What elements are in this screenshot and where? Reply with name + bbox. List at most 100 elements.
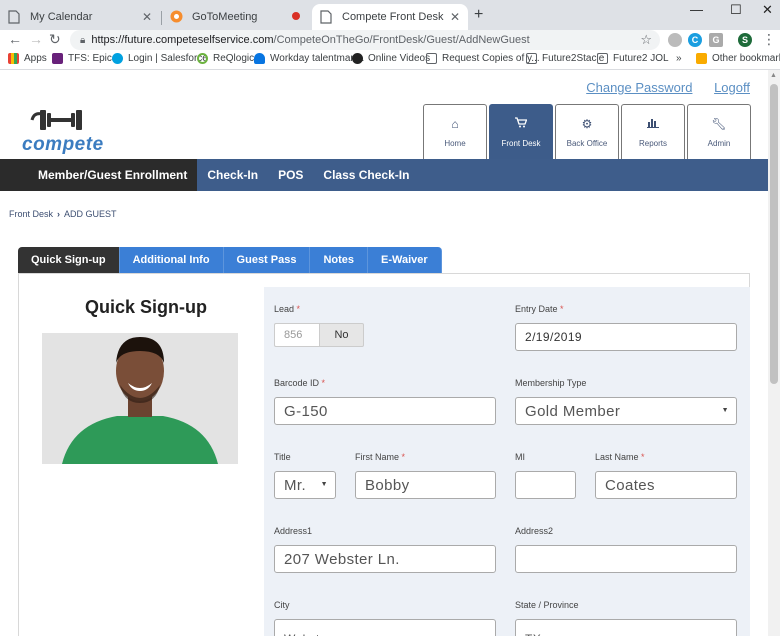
- bookmark-label: Request Copies of y...: [442, 53, 540, 64]
- scroll-up-arrow-icon[interactable]: ▲: [770, 72, 777, 79]
- nav-pos[interactable]: POS: [268, 159, 313, 191]
- page-scrollbar[interactable]: ▲: [768, 70, 780, 636]
- bookmark-future2-jol[interactable]: Future2 JOL: [597, 53, 669, 64]
- bookmark-reqlogic[interactable]: ReQlogic: [197, 53, 254, 64]
- page-icon: [597, 53, 608, 64]
- page-content: Change Password Logoff compete ⌂ Home Fr…: [0, 70, 768, 636]
- bookmark-workday[interactable]: Workday talentman...: [254, 53, 364, 64]
- browser-tab-title: My Calendar: [30, 11, 93, 23]
- page-icon: [526, 53, 537, 64]
- address-bar[interactable]: 🔒︎ https://future.competeselfservice.com…: [70, 30, 660, 50]
- last-name-field[interactable]: Coates: [595, 471, 737, 499]
- scrollbar-thumb[interactable]: [770, 84, 778, 384]
- change-password-link[interactable]: Change Password: [586, 80, 692, 95]
- module-tab-reports[interactable]: Reports: [621, 104, 685, 160]
- module-tab-front-desk[interactable]: Front Desk: [489, 104, 553, 160]
- address2-field[interactable]: [515, 545, 737, 573]
- maximize-icon[interactable]: ☐: [730, 2, 742, 18]
- extension-c-icon[interactable]: C: [688, 33, 702, 47]
- mi-field[interactable]: [515, 471, 576, 499]
- bookmark-other[interactable]: Other bookmarks: [696, 53, 780, 64]
- bookmark-apps[interactable]: Apps: [8, 53, 47, 64]
- bookmark-label: Future2 JOL: [613, 53, 669, 64]
- title-select[interactable]: Mr. ▼: [274, 471, 336, 499]
- close-window-icon[interactable]: ✕: [762, 2, 773, 18]
- title-label: Title: [274, 452, 291, 462]
- browser-tab-gotomeeting[interactable]: GoToMeeting: [162, 4, 310, 30]
- city-field[interactable]: Webster: [274, 619, 496, 636]
- first-name-label: First Name *: [355, 452, 406, 462]
- new-tab-icon[interactable]: +: [474, 6, 483, 24]
- barcode-field[interactable]: G-150: [274, 397, 496, 425]
- nav-check-in[interactable]: Check-In: [197, 159, 268, 191]
- breadcrumb: Front Desk › ADD GUEST: [9, 209, 117, 219]
- tab-notes[interactable]: Notes: [310, 247, 369, 273]
- bookmarks-bar: Apps TFS: Epics Login | Salesforce ReQlo…: [0, 50, 780, 70]
- tab-e-waiver[interactable]: E-Waiver: [368, 247, 442, 273]
- module-tab-label: Reports: [638, 139, 667, 148]
- module-tab-back-office[interactable]: ⚙ Back Office: [555, 104, 619, 160]
- required-marker: *: [641, 452, 645, 462]
- logoff-link[interactable]: Logoff: [714, 80, 750, 95]
- bookmark-star-icon[interactable]: ☆: [640, 32, 652, 48]
- chart-icon: [647, 117, 659, 131]
- membership-type-value: Gold Member: [525, 402, 621, 420]
- video-icon: [352, 53, 363, 64]
- extension-icon[interactable]: [668, 33, 682, 47]
- browser-tab-compete-front-desk[interactable]: Compete Front Desk ✕: [312, 4, 468, 30]
- extension-g-icon[interactable]: G: [709, 33, 723, 47]
- module-tab-label: Admin: [707, 139, 731, 148]
- bookmark-request-copies[interactable]: Request Copies of y...: [426, 53, 540, 64]
- quick-sign-up-panel: Quick Sign-up Lead * 856 No Entry Date *…: [18, 273, 750, 636]
- compete-logo[interactable]: compete: [22, 106, 114, 155]
- reqlogic-icon: [197, 53, 208, 64]
- tab-additional-info[interactable]: Additional Info: [119, 247, 224, 273]
- breadcrumb-front-desk[interactable]: Front Desk: [9, 209, 53, 219]
- city-label: City: [274, 600, 290, 610]
- address1-field[interactable]: 207 Webster Ln.: [274, 545, 496, 573]
- close-icon[interactable]: ✕: [450, 10, 460, 24]
- bookmark-label: TFS: Epics: [68, 53, 117, 64]
- minimize-icon[interactable]: —: [690, 2, 703, 17]
- module-tab-admin[interactable]: 🔧︎ Admin: [687, 104, 751, 160]
- bookmark-future2stacie[interactable]: Future2Stacie: [526, 53, 604, 64]
- nav-member-guest-enrollment[interactable]: Member/Guest Enrollment: [0, 159, 198, 191]
- menu-dots-icon[interactable]: ⋮: [762, 31, 776, 48]
- tab-quick-sign-up[interactable]: Quick Sign-up: [18, 247, 120, 273]
- nav-class-check-in[interactable]: Class Check-In: [313, 159, 419, 191]
- reload-icon[interactable]: ↻: [49, 31, 61, 48]
- first-name-field[interactable]: Bobby: [355, 471, 496, 499]
- logo-text: compete: [22, 134, 104, 155]
- account-links: Change Password Logoff: [568, 80, 750, 95]
- required-marker: *: [401, 452, 406, 462]
- module-tab-label: Front Desk: [501, 139, 541, 148]
- page-icon: [426, 53, 437, 64]
- browser-tab-my-calendar[interactable]: My Calendar ✕: [0, 4, 160, 30]
- module-tab-home[interactable]: ⌂ Home: [423, 104, 487, 160]
- entry-date-field[interactable]: 2/19/2019: [515, 323, 737, 351]
- bookmarks-overflow[interactable]: »: [676, 53, 682, 64]
- back-icon[interactable]: ←: [8, 31, 22, 47]
- lock-icon: 🔒︎: [80, 34, 86, 46]
- member-photo[interactable]: [42, 333, 238, 464]
- chevron-right-icon: ›: [57, 209, 61, 219]
- home-icon: ⌂: [451, 117, 459, 131]
- state-label: State / Province: [515, 600, 579, 610]
- membership-type-select[interactable]: Gold Member ▼: [515, 397, 737, 425]
- profile-avatar[interactable]: S: [738, 33, 752, 47]
- forward-icon[interactable]: →: [29, 31, 43, 47]
- bookmark-salesforce[interactable]: Login | Salesforce: [112, 53, 208, 64]
- state-field[interactable]: TX: [515, 619, 737, 636]
- url-host: https://future.competeselfservice.com: [91, 34, 274, 46]
- close-icon[interactable]: ✕: [142, 10, 152, 24]
- bookmark-online-videos[interactable]: Online Videos: [352, 53, 430, 64]
- tab-guest-pass[interactable]: Guest Pass: [223, 247, 311, 273]
- lead-no-toggle[interactable]: No: [319, 323, 364, 347]
- bookmark-tfs-epics[interactable]: TFS: Epics: [52, 53, 117, 64]
- lead-number-field[interactable]: 856: [274, 323, 320, 347]
- chevron-down-icon: ▼: [320, 481, 328, 488]
- required-marker: *: [296, 304, 301, 314]
- cart-icon: [515, 117, 528, 131]
- membership-type-label: Membership Type: [515, 378, 587, 388]
- bookmark-label: Login | Salesforce: [128, 53, 208, 64]
